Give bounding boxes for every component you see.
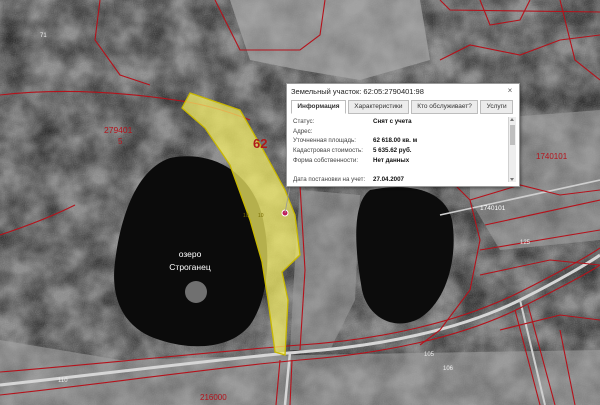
info-row-address: Адрес: <box>293 127 505 137</box>
info-label: Адрес: <box>293 127 313 135</box>
parcel-small-label: 10 <box>243 213 249 219</box>
block-label: 1740101 <box>536 152 568 161</box>
info-value: 27.04.2007 <box>373 175 404 183</box>
parcel-number-label: 62 <box>253 136 267 151</box>
tab-who-serves[interactable]: Кто обслуживает? <box>410 100 479 114</box>
info-label: Форма собственности: <box>293 156 359 164</box>
info-row-registration-date: Дата постановки на учет: 27.04.2007 <box>293 175 505 183</box>
popup-scrollbar[interactable] <box>508 117 516 182</box>
close-icon[interactable]: × <box>505 86 515 96</box>
info-value: 5 635.62 руб. <box>373 147 412 155</box>
block-label: 125 <box>520 240 531 246</box>
info-label: Кадастровая стоимость: <box>293 147 363 155</box>
block-label: 106 <box>443 366 454 372</box>
block-label: 1740101 <box>480 205 506 212</box>
scroll-up-icon[interactable] <box>510 118 514 121</box>
block-label: 216000 <box>200 393 227 402</box>
block-label: 5 <box>118 137 123 146</box>
popup-tabs: Информация Характеристики Кто обслуживае… <box>291 100 515 114</box>
lake-label-line1: озеро <box>179 249 202 259</box>
scroll-thumb[interactable] <box>510 125 515 145</box>
satellite-map[interactable]: озеро Строганец 62 10 10 279401 5 174010… <box>0 0 600 405</box>
info-value: 62 618.00 кв. м <box>373 137 418 145</box>
lake-label-line2: Строганец <box>169 262 211 272</box>
info-row-spacer <box>293 165 505 175</box>
info-label: Дата постановки на учет: <box>293 175 366 183</box>
info-label: Уточненная площадь: <box>293 137 356 145</box>
tab-characteristics[interactable]: Характеристики <box>347 100 409 114</box>
info-label: Статус: <box>293 118 315 126</box>
info-value: Снят с учета <box>373 118 412 126</box>
info-row-area: Уточненная площадь: 62 618.00 кв. м <box>293 136 505 146</box>
tab-information[interactable]: Информация <box>291 100 346 114</box>
popup-content: Статус: Снят с учета Адрес: Уточненная п… <box>293 117 505 183</box>
info-row-ownership: Форма собственности: Нет данных <box>293 155 505 165</box>
block-label: 279401 <box>104 125 133 135</box>
block-label: 105 <box>424 352 435 358</box>
info-row-cadastral-value: Кадастровая стоимость: 5 635.62 руб. <box>293 146 505 156</box>
parcel-info-popup[interactable]: Земельный участок: 62:05:2790401:98 × Ин… <box>286 83 520 187</box>
block-label: 71 <box>40 33 47 39</box>
tab-services[interactable]: Услуги <box>480 100 513 114</box>
lake-island <box>185 281 207 303</box>
info-value: Нет данных <box>373 156 410 164</box>
scroll-down-icon[interactable] <box>510 178 514 181</box>
block-label: 110 <box>58 378 68 384</box>
parcel-small-label: 10 <box>258 213 264 219</box>
info-row-status: Статус: Снят с учета <box>293 117 505 127</box>
popup-title: Земельный участок: 62:05:2790401:98 <box>291 87 424 96</box>
